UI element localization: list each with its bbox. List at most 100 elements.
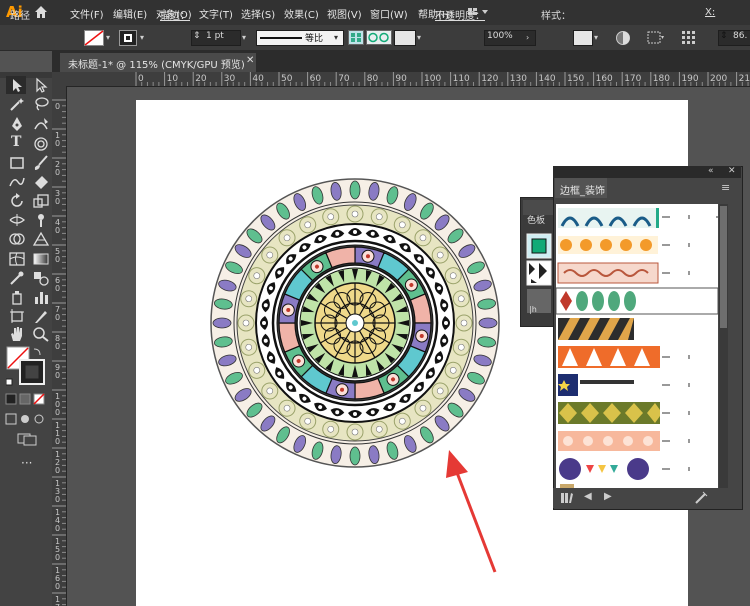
brush-row[interactable] (556, 400, 718, 426)
shape-builder-tool-icon[interactable] (8, 231, 26, 247)
symbol-sprayer-tool-icon[interactable] (8, 289, 26, 305)
perspective-grid-tool-icon[interactable] (32, 231, 50, 247)
mesh-tool-icon[interactable] (8, 251, 26, 267)
gradient-tool-icon[interactable] (32, 251, 50, 267)
pen-tool-icon[interactable] (8, 116, 26, 132)
opacity-dropdown-icon[interactable]: › (526, 33, 529, 42)
ruler-label: 0 (55, 226, 60, 235)
panel-close-icon[interactable]: ✕ (728, 166, 736, 176)
x-coordinate-label[interactable]: X: (705, 7, 715, 18)
brush-definition-icon[interactable] (348, 30, 364, 45)
document-tab-close-icon[interactable]: ✕ (246, 55, 254, 66)
brush-list[interactable] (556, 204, 718, 488)
style-swatch[interactable] (573, 30, 593, 46)
ruler-label: 30 (224, 74, 236, 84)
x-coordinate-arrow-icon[interactable]: ⇕ (720, 31, 728, 41)
hand-tool-icon[interactable] (8, 326, 26, 342)
style-dropdown-icon[interactable]: ▾ (594, 33, 598, 42)
mandala-artwork[interactable] (210, 176, 502, 470)
ruler-label: 180 (653, 74, 670, 84)
stroke-weight-value: 1 pt (206, 31, 224, 41)
rotate-tool-icon[interactable] (8, 193, 26, 209)
width-tool-icon[interactable] (8, 212, 26, 228)
stroke-profile-dropdown-icon[interactable]: ▾ (334, 33, 338, 42)
blend-tool-icon[interactable] (32, 270, 50, 286)
menu-edit[interactable]: 编辑(E) (113, 6, 147, 21)
menu-effect[interactable]: 效果(C) (284, 6, 319, 21)
ruler-label: 140 (538, 74, 555, 84)
spiral-tool-icon[interactable] (32, 136, 50, 152)
recolor-artwork-icon[interactable] (615, 30, 631, 46)
brush-row[interactable] (556, 372, 718, 398)
panel-footer (553, 488, 741, 508)
opacity-label[interactable]: 不透明度： (435, 7, 485, 22)
scale-tool-icon[interactable] (32, 193, 50, 209)
color-mode-buttons[interactable] (5, 393, 47, 405)
puppet-warp-tool-icon[interactable] (32, 212, 50, 228)
ruler-label: 100 (424, 74, 441, 84)
brush-row[interactable] (556, 316, 718, 342)
brush-preview-icon[interactable] (366, 30, 392, 45)
shaper-tool-icon[interactable] (8, 174, 26, 190)
screen-mode-icon[interactable] (16, 432, 38, 446)
fill-swatch[interactable] (84, 30, 104, 46)
ruler-label: 110 (453, 74, 470, 84)
brush-row[interactable] (556, 428, 718, 454)
menu-window[interactable]: 窗口(W) (370, 6, 408, 21)
selection-tool-icon[interactable] (8, 77, 26, 93)
fill-stroke-widget[interactable] (6, 346, 46, 388)
transform-grid-icon[interactable] (680, 29, 698, 46)
stroke-profile-label: 等比 (305, 34, 324, 44)
menu-select[interactable]: 选择(S) (241, 6, 275, 21)
slice-tool-icon[interactable] (32, 308, 50, 324)
brush-list-rows (556, 204, 718, 488)
ruler-label: 0 (55, 524, 60, 533)
stroke-weight-dropdown-icon[interactable]: ▾ (242, 33, 246, 42)
brush-row[interactable] (556, 204, 718, 230)
eyedropper-tool-icon[interactable] (8, 270, 26, 286)
home-icon[interactable] (33, 4, 49, 20)
ruler-label: 80 (367, 74, 379, 84)
menu-type[interactable]: 文字(T) (199, 6, 233, 21)
direct-selection-tool-icon[interactable] (32, 77, 50, 93)
column-graph-tool-icon[interactable] (32, 289, 50, 305)
panel-menu-icon[interactable]: ≡ (721, 181, 730, 194)
stroke-swatch[interactable] (119, 30, 137, 46)
type-tool-icon[interactable]: T (11, 134, 21, 150)
drawing-mode-buttons[interactable] (5, 412, 47, 426)
panel-collapse-icon[interactable]: « (708, 166, 714, 176)
fill-dropdown-icon[interactable]: ▾ (106, 33, 110, 42)
menu-file[interactable]: 文件(F) (70, 6, 104, 21)
edit-toolbar-icon[interactable]: ··· (21, 456, 32, 470)
paintbrush-tool-icon[interactable] (32, 155, 50, 171)
ruler-label: 0 (55, 102, 60, 111)
ruler-label: 170 (624, 74, 641, 84)
brush-row[interactable] (556, 344, 718, 370)
brush-dropdown-icon[interactable]: ▾ (417, 33, 421, 42)
brush-options-icon[interactable] (694, 491, 708, 505)
lasso-tool-icon[interactable] (32, 96, 50, 112)
border-decorations-title: 边框_装饰 (560, 186, 605, 197)
previous-library-icon[interactable]: ◀ (584, 491, 592, 502)
align-options-icon[interactable] (646, 30, 666, 45)
zoom-tool-icon[interactable] (32, 326, 50, 342)
panel-scrollbar-thumb[interactable] (720, 206, 727, 328)
curvature-tool-icon[interactable] (32, 116, 50, 132)
artboard-tool-icon[interactable] (8, 308, 26, 324)
next-library-icon[interactable]: ▶ (604, 491, 612, 502)
stroke-dropdown-icon[interactable]: ▾ (140, 33, 144, 42)
ruler-label: 150 (567, 74, 584, 84)
stroke-stepper-icon[interactable]: ⇕ (193, 31, 201, 41)
brush-row-selected[interactable] (556, 287, 718, 315)
magic-wand-tool-icon[interactable] (8, 96, 26, 112)
brush-row[interactable] (556, 260, 718, 286)
brush-row[interactable] (556, 456, 718, 482)
brush-dropdown[interactable] (394, 30, 416, 46)
eraser-tool-icon[interactable] (32, 174, 50, 190)
brush-libraries-menu-icon[interactable] (560, 491, 574, 505)
stroke-label[interactable]: 描边： (160, 7, 190, 22)
rectangle-tool-icon[interactable] (8, 155, 26, 171)
brush-row[interactable] (556, 232, 718, 258)
menu-view[interactable]: 视图(V) (327, 6, 362, 21)
selection-type-label: 路径 (10, 11, 30, 22)
